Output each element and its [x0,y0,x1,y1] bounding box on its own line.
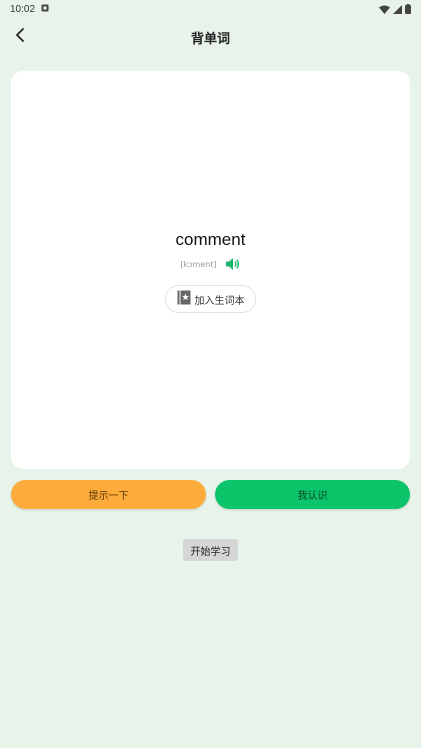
hint-button[interactable]: 提示一下 [11,480,206,509]
speaker-icon[interactable] [225,257,241,271]
notification-icon [41,4,49,15]
back-button[interactable] [8,25,32,49]
know-button[interactable]: 我认识 [215,480,410,509]
page-title: 背单词 [190,31,230,47]
status-time: 10:02 [10,3,36,15]
word-text: comment [175,230,246,249]
pronunciation-row: [kɔment] [11,257,410,271]
add-button-label: 加入生词本 [194,295,245,307]
status-left: 10:02 [10,4,49,15]
status-right [379,4,411,14]
status-bar: 10:02 [0,0,421,18]
signal-icon [393,4,402,14]
title-bar: 背单词 [0,20,421,54]
word-card: comment [kɔment] 加入生词本 [11,71,410,469]
start-learning-button[interactable]: 开始学习 [183,539,238,561]
action-buttons: 提示一下 我认识 [11,480,410,509]
bookmark-star-icon [177,290,191,308]
phonetic-text: [kɔment] [180,259,217,269]
wifi-icon [379,5,390,14]
battery-icon [405,4,411,14]
chevron-left-icon [14,27,26,47]
add-to-vocabulary-button[interactable]: 加入生词本 [165,285,256,313]
